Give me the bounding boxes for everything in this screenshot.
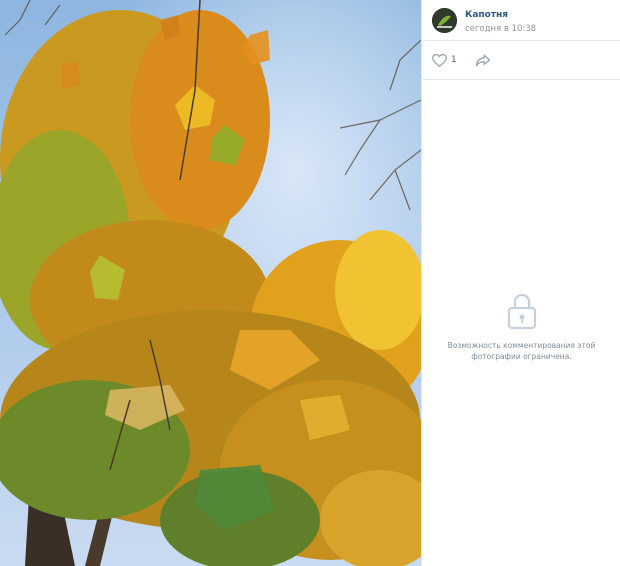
comments-disabled-text: Возможность комментирования этой фотогра… xyxy=(422,340,620,362)
lock-icon xyxy=(507,292,537,334)
comments-disabled-notice: Возможность комментирования этой фотогра… xyxy=(422,292,620,362)
heart-icon xyxy=(432,53,447,67)
comments-disabled-line-1: Возможность комментирования этой xyxy=(447,341,596,350)
share-button[interactable] xyxy=(475,54,491,67)
post-time: сегодня в 10:38 xyxy=(465,24,537,34)
post-actions: 1 xyxy=(422,41,620,80)
like-count: 1 xyxy=(451,55,457,65)
author-link[interactable]: Капотня xyxy=(465,9,536,21)
post-side-panel: Капотня сегодня в 10:38 1 Возможность ко… xyxy=(421,0,620,566)
like-button[interactable]: 1 xyxy=(432,53,457,67)
post-photo[interactable] xyxy=(0,0,421,566)
autumn-maple-photo xyxy=(0,0,421,566)
author-block: Капотня сегодня в 10:38 xyxy=(465,8,536,35)
group-logo-icon xyxy=(432,8,457,33)
comments-disabled-line-2: фотографии ограничена. xyxy=(471,352,572,361)
avatar[interactable] xyxy=(432,8,457,33)
share-arrow-icon xyxy=(475,54,490,66)
post-header: Капотня сегодня в 10:38 xyxy=(422,0,620,41)
